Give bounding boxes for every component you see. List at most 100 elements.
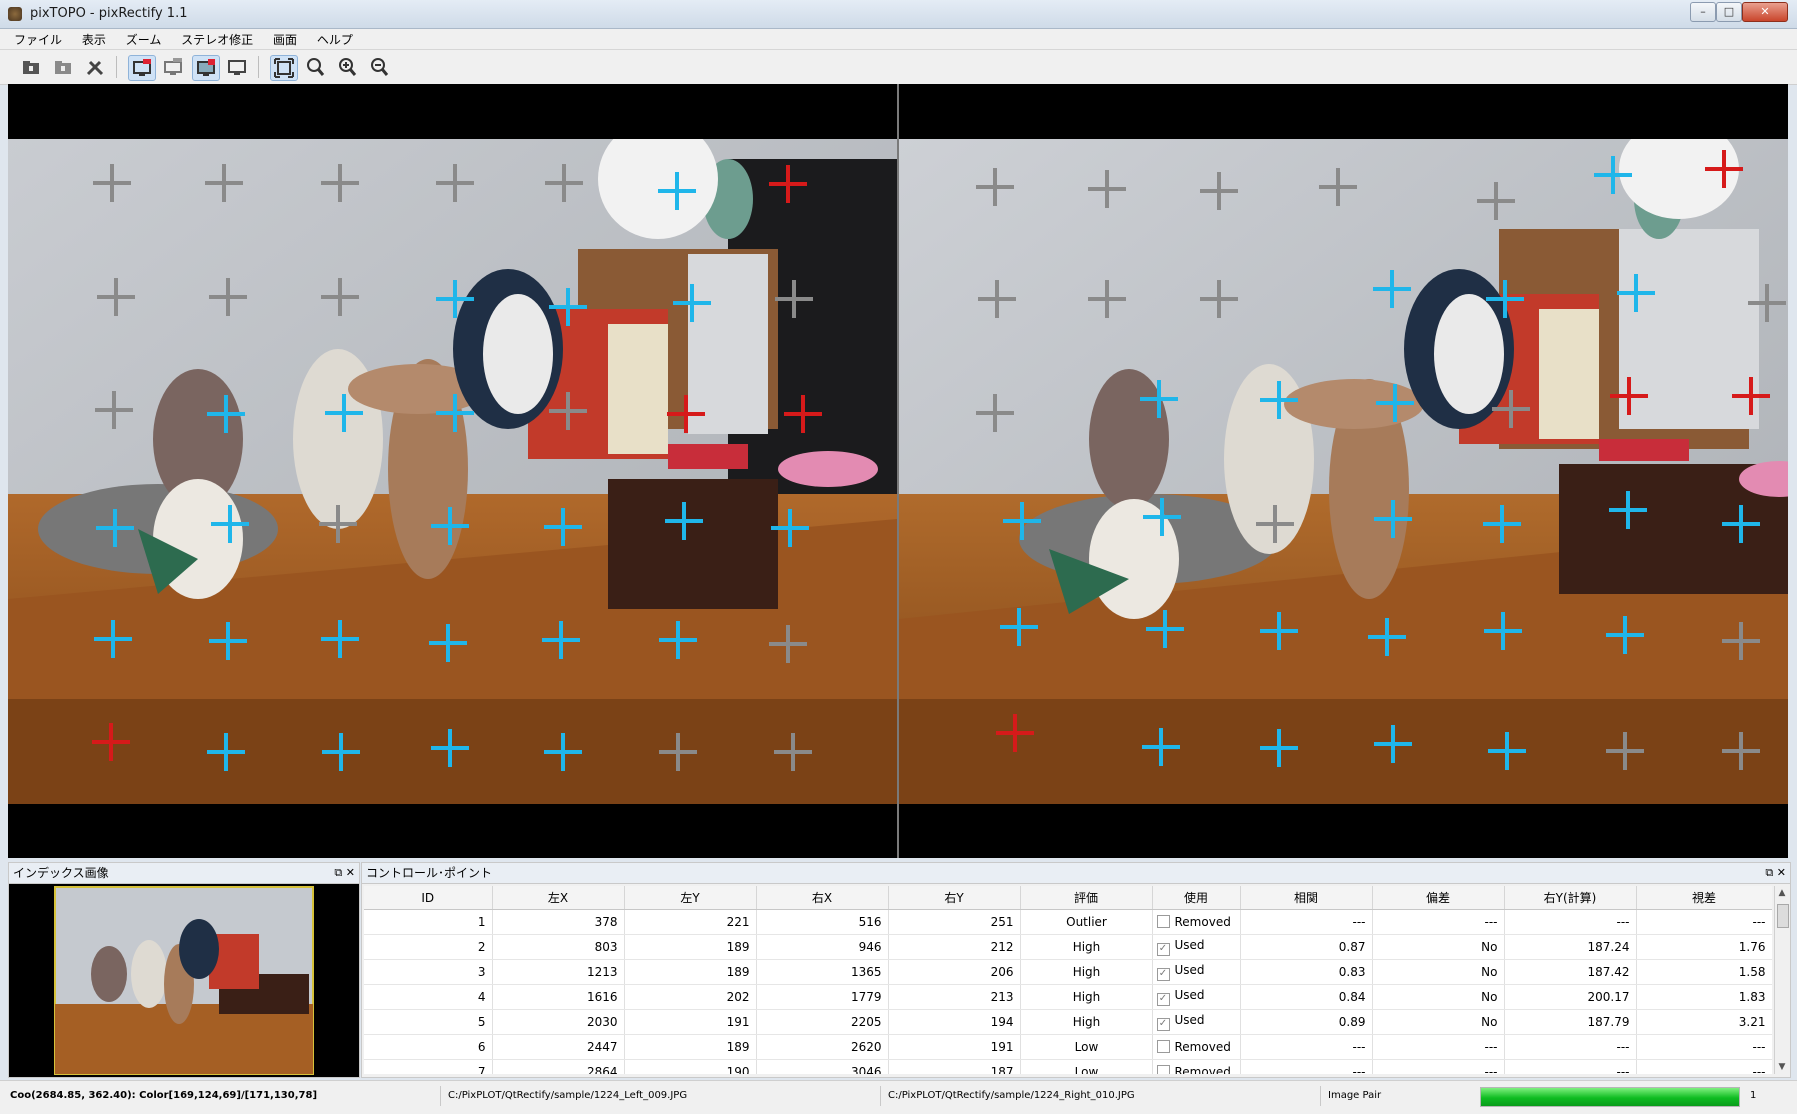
control-point-marker-used[interactable] [1003,502,1041,540]
control-point-marker-outlier[interactable] [667,395,705,433]
table-row[interactable]: 5 2030 191 2205 194 High ✓ Used 0.89 No 187.79 3.21 [364,1009,1772,1035]
save-folder-button[interactable] [50,55,76,79]
control-point-marker-used[interactable] [1000,608,1038,646]
control-point-marker-unused[interactable] [1492,390,1530,428]
use-checkbox[interactable]: ✓ [1156,943,1170,956]
control-point-marker-unused[interactable] [321,278,359,316]
right-image-pane[interactable] [899,84,1788,858]
maximize-button[interactable]: □ [1716,2,1742,22]
col-evaluation[interactable]: 評価 [1020,886,1153,910]
control-point-marker-used[interactable] [1260,612,1298,650]
minimize-button[interactable]: – [1690,2,1716,22]
zoom-in-button[interactable] [334,55,360,79]
cell-use[interactable]: ✓ Used [1152,984,1241,1010]
cell-use[interactable]: ✓ Used [1152,959,1241,985]
fit-window-button[interactable] [270,55,298,81]
left-control-points[interactable] [8,139,897,804]
control-point-marker-unused[interactable] [1477,182,1515,220]
control-point-marker-used[interactable] [321,620,359,658]
control-point-marker-unused[interactable] [209,278,247,316]
scroll-down-arrow[interactable]: ▼ [1775,1060,1789,1074]
use-checkbox[interactable] [1156,1040,1170,1053]
control-point-marker-unused[interactable] [976,394,1014,432]
control-point-marker-used[interactable] [207,733,245,771]
control-point-marker-unused[interactable] [1088,170,1126,208]
control-point-marker-used[interactable] [322,733,360,771]
control-point-marker-unused[interactable] [319,505,357,543]
zoom-reset-button[interactable] [302,55,328,79]
control-point-marker-unused[interactable] [978,280,1016,318]
control-point-marker-used[interactable] [207,395,245,433]
control-point-marker-used[interactable] [544,733,582,771]
control-point-marker-used[interactable] [1488,732,1526,770]
cell-use[interactable]: Removed [1152,1034,1241,1060]
table-row[interactable]: 2 803 189 946 212 High ✓ Used 0.87 No 187.24 1.76 [364,934,1772,960]
control-point-marker-used[interactable] [429,624,467,662]
control-point-marker-unused[interactable] [775,280,813,318]
control-point-marker-used[interactable] [659,621,697,659]
control-point-marker-unused[interactable] [1256,505,1294,543]
control-point-marker-outlier[interactable] [1610,377,1648,415]
control-point-marker-unused[interactable] [545,164,583,202]
menu-stereo-rectify[interactable]: ステレオ修正 [173,29,261,48]
col-use[interactable]: 使用 [1152,886,1241,910]
control-point-marker-unused[interactable] [1200,280,1238,318]
control-point-marker-used[interactable] [436,394,474,432]
control-point-marker-unused[interactable] [774,733,812,771]
control-point-marker-unused[interactable] [205,164,243,202]
close-button[interactable]: ✕ [1742,2,1788,22]
col-correlation[interactable]: 相関 [1240,886,1373,910]
tools-button[interactable] [82,55,108,79]
use-checkbox[interactable]: ✓ [1156,968,1170,981]
menu-screen[interactable]: 画面 [265,29,305,48]
col-left-y[interactable]: 左Y [624,886,757,910]
control-point-marker-unused[interactable] [1606,732,1644,770]
table-row[interactable]: 3 1213 189 1365 206 High ✓ Used 0.83 No 187.42 1.58 [364,959,1772,985]
control-point-marker-outlier[interactable] [92,723,130,761]
control-point-marker-used[interactable] [1609,491,1647,529]
control-point-marker-used[interactable] [1484,612,1522,650]
table-row[interactable]: 4 1616 202 1779 213 High ✓ Used 0.84 No 200.17 1.83 [364,984,1772,1010]
control-point-marker-used[interactable] [1260,729,1298,767]
control-point-marker-used[interactable] [1140,380,1178,418]
control-point-marker-used[interactable] [1142,728,1180,766]
index-thumbnail[interactable] [9,884,359,1077]
control-point-marker-used[interactable] [325,394,363,432]
control-points-table[interactable]: ID 左X 左Y 右X 右Y 評価 使用 相関 偏差 右Y(計算) 視差 1 37… [364,886,1772,1074]
cell-use[interactable]: Removed [1152,909,1241,935]
control-point-marker-used[interactable] [1373,270,1411,308]
table-row[interactable]: 1 378 221 516 251 Outlier Removed --- --- --- --- [364,909,1772,935]
control-point-marker-unused[interactable] [436,164,474,202]
control-point-marker-used[interactable] [1483,505,1521,543]
control-point-marker-used[interactable] [542,621,580,659]
control-point-marker-used[interactable] [771,509,809,547]
control-point-marker-outlier[interactable] [784,395,822,433]
col-left-x[interactable]: 左X [492,886,625,910]
control-point-marker-unused[interactable] [97,278,135,316]
monitor-button[interactable] [224,55,250,79]
control-point-marker-outlier[interactable] [769,165,807,203]
control-point-marker-used[interactable] [431,507,469,545]
control-point-marker-used[interactable] [658,172,696,210]
control-point-marker-used[interactable] [1486,280,1524,318]
menu-view[interactable]: 表示 [74,29,114,48]
control-point-marker-unused[interactable] [769,625,807,663]
control-point-marker-outlier[interactable] [1705,150,1743,188]
control-point-marker-unused[interactable] [1722,622,1760,660]
control-point-marker-used[interactable] [1617,274,1655,312]
control-point-marker-used[interactable] [209,622,247,660]
control-point-marker-used[interactable] [1146,610,1184,648]
control-point-marker-used[interactable] [1143,498,1181,536]
monitor-in-button[interactable] [128,55,156,81]
control-point-marker-used[interactable] [544,508,582,546]
monitor-pair-button[interactable] [192,55,220,81]
control-point-marker-unused[interactable] [321,164,359,202]
control-point-marker-used[interactable] [96,509,134,547]
control-point-marker-used[interactable] [1374,725,1412,763]
control-point-marker-outlier[interactable] [996,714,1034,752]
left-image-pane[interactable] [8,84,897,858]
control-point-marker-unused[interactable] [1319,168,1357,206]
col-deviation[interactable]: 偏差 [1372,886,1505,910]
col-right-y-calc[interactable]: 右Y(計算) [1504,886,1637,910]
control-point-marker-used[interactable] [431,729,469,767]
